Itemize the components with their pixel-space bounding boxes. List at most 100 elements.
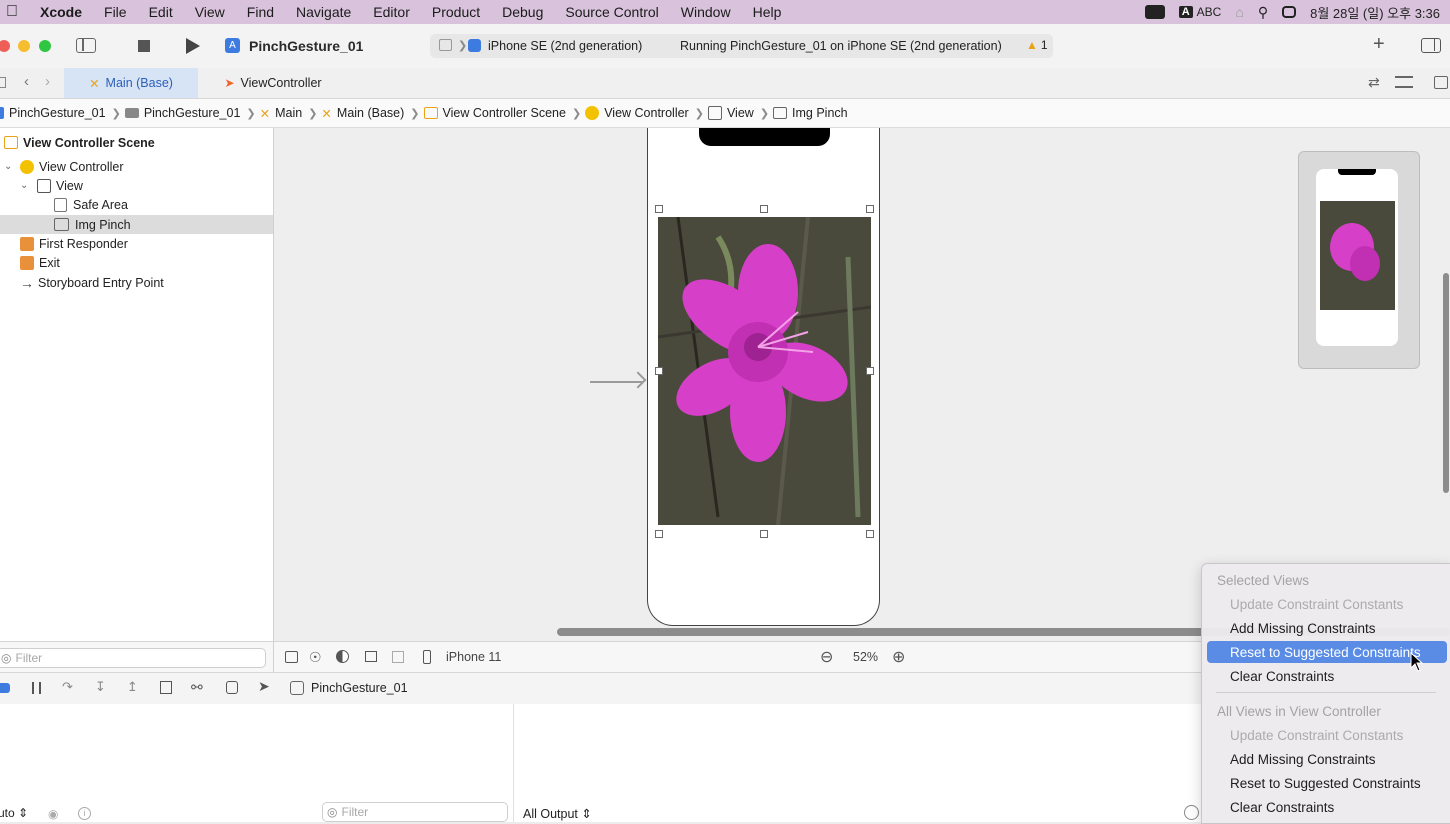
- img-pinch-image-view[interactable]: [658, 217, 871, 525]
- resize-handle[interactable]: [866, 205, 874, 213]
- stop-button[interactable]: [138, 40, 150, 52]
- variables-filter-input[interactable]: ◎ Filter: [322, 802, 508, 822]
- forward-arrow-icon[interactable]: ›: [45, 73, 50, 90]
- menu-product[interactable]: Product: [421, 4, 491, 20]
- zoom-window-button[interactable]: [39, 40, 51, 52]
- menu-file[interactable]: File: [93, 4, 138, 20]
- device-icon[interactable]: [423, 650, 431, 664]
- breadcrumb-main-base[interactable]: ✕ Main (Base): [321, 106, 404, 121]
- view-controller-frame[interactable]: [647, 128, 880, 626]
- zoom-out-icon[interactable]: ⊖: [820, 647, 833, 667]
- control-center-icon[interactable]: [1282, 6, 1297, 18]
- outline-toggle-icon[interactable]: [285, 651, 298, 663]
- run-destination[interactable]: iPhone SE (2nd generation): [488, 39, 642, 53]
- close-window-button[interactable]: [0, 40, 10, 52]
- outline-item-entry-point[interactable]: → Storyboard Entry Point: [0, 273, 273, 292]
- output-selector[interactable]: All Output ⇕: [523, 806, 592, 821]
- breadcrumb-view[interactable]: View: [707, 106, 754, 120]
- menu-item-add-missing-selected[interactable]: Add Missing Constraints: [1207, 617, 1447, 639]
- resize-handle[interactable]: [866, 367, 874, 375]
- device-scheme-icon[interactable]: [439, 39, 452, 51]
- outline-item-img-pinch[interactable]: Img Pinch: [0, 215, 273, 234]
- warning-badge[interactable]: ▲ 1: [1026, 38, 1048, 52]
- resize-handle[interactable]: [655, 205, 663, 213]
- orientation-icon[interactable]: [365, 651, 377, 662]
- wifi-icon[interactable]: ⌂: [1235, 4, 1243, 20]
- zoom-in-icon[interactable]: ⊕: [892, 647, 905, 667]
- tab-main-base[interactable]: ✕ Main (Base): [64, 68, 198, 98]
- outline-item-exit[interactable]: Exit: [0, 253, 273, 272]
- clock-datetime[interactable]: 8월 28일 (일) 오후 3:36: [1310, 3, 1440, 22]
- menu-item-clear-all[interactable]: Clear Constraints: [1207, 796, 1447, 818]
- menu-item-reset-suggested-all[interactable]: Reset to Suggested Constraints: [1207, 772, 1447, 794]
- auto-scope-selector[interactable]: uto ⇕: [0, 806, 28, 820]
- filter-icon[interactable]: [1184, 805, 1199, 820]
- menu-debug[interactable]: Debug: [491, 4, 554, 20]
- navigator-toggle-icon[interactable]: [76, 38, 96, 53]
- menu-source-control[interactable]: Source Control: [554, 4, 669, 20]
- menu-find[interactable]: Find: [236, 4, 285, 20]
- pen-tablet-icon[interactable]: [1144, 5, 1165, 19]
- debug-target-label[interactable]: PinchGesture_01: [311, 681, 408, 695]
- breadcrumb-view-controller[interactable]: View Controller: [585, 106, 689, 120]
- outline-item-view[interactable]: ⌄ View: [0, 176, 273, 195]
- step-out-icon[interactable]: ↥: [127, 679, 138, 695]
- menu-edit[interactable]: Edit: [138, 4, 184, 20]
- pause-icon[interactable]: [32, 682, 41, 694]
- outline-scene-header[interactable]: View Controller Scene: [0, 133, 273, 152]
- environment-overrides-icon[interactable]: [226, 681, 238, 694]
- menu-xcode[interactable]: Xcode: [29, 4, 93, 20]
- editor-options-icon[interactable]: [1395, 76, 1413, 88]
- outline-item-view-controller[interactable]: ⌄ View Controller: [0, 157, 273, 176]
- adaptive-icon[interactable]: [392, 651, 404, 663]
- apple-icon[interactable]: : [0, 3, 29, 21]
- disclosure-triangle-icon[interactable]: ⌄: [20, 180, 32, 191]
- menu-item-add-missing-all[interactable]: Add Missing Constraints: [1207, 748, 1447, 770]
- resize-handle[interactable]: [760, 530, 768, 538]
- outline-item-first-responder[interactable]: First Responder: [0, 234, 273, 253]
- step-over-icon[interactable]: ↷: [62, 679, 73, 695]
- related-items-icon[interactable]: ⇄: [1368, 74, 1380, 91]
- device-config-label[interactable]: iPhone 11: [446, 650, 501, 664]
- search-icon[interactable]: ⚲: [1258, 4, 1268, 21]
- breadcrumb-folder[interactable]: PinchGesture_01: [124, 106, 240, 120]
- scheme-name[interactable]: PinchGesture_01: [249, 38, 363, 54]
- view-hierarchy-icon[interactable]: [160, 681, 172, 694]
- vertical-scrollbar[interactable]: [1443, 273, 1449, 493]
- breadcrumb-scene[interactable]: View Controller Scene: [423, 106, 566, 120]
- menu-navigate[interactable]: Navigate: [285, 4, 362, 20]
- simulate-location-icon[interactable]: ➤: [258, 678, 270, 695]
- info-icon[interactable]: i: [78, 807, 91, 820]
- input-source-indicator[interactable]: A ABC: [1178, 5, 1221, 19]
- outline-item-safe-area[interactable]: Safe Area: [0, 195, 273, 214]
- outline-filter-input[interactable]: ◎ Filter: [0, 648, 266, 668]
- step-into-icon[interactable]: ↧: [95, 679, 106, 695]
- disclosure-triangle-icon[interactable]: ⌄: [4, 161, 16, 172]
- resize-handle[interactable]: [655, 367, 663, 375]
- breadcrumb-img-pinch[interactable]: Img Pinch: [773, 106, 848, 120]
- add-library-button[interactable]: +: [1373, 33, 1385, 56]
- grid-icon[interactable]: [0, 77, 6, 88]
- zoom-level[interactable]: 52%: [853, 650, 878, 664]
- menu-editor[interactable]: Editor: [362, 4, 421, 20]
- breadcrumb-project[interactable]: PinchGesture_01: [0, 106, 106, 120]
- eye-icon[interactable]: ◉: [48, 807, 58, 821]
- breakpoints-toggle-icon[interactable]: [0, 683, 10, 693]
- appearance-icon[interactable]: [336, 650, 349, 663]
- resize-handle[interactable]: [760, 205, 768, 213]
- menu-view[interactable]: View: [184, 4, 236, 20]
- minimize-window-button[interactable]: [18, 40, 30, 52]
- menu-window[interactable]: Window: [670, 4, 742, 20]
- accessibility-icon[interactable]: ☉: [309, 649, 322, 666]
- menu-help[interactable]: Help: [742, 4, 793, 20]
- breadcrumb-main[interactable]: ✕ Main: [260, 106, 303, 121]
- back-arrow-icon[interactable]: ‹: [24, 73, 29, 90]
- resize-handle[interactable]: [655, 530, 663, 538]
- run-button[interactable]: [186, 38, 200, 54]
- canvas-minimap[interactable]: [1298, 151, 1420, 369]
- tab-viewcontroller[interactable]: ➤ ViewController: [198, 68, 348, 98]
- add-editor-icon[interactable]: [1434, 76, 1448, 89]
- inspector-toggle-icon[interactable]: [1421, 38, 1441, 53]
- memory-graph-icon[interactable]: ⚯: [191, 679, 203, 696]
- resize-handle[interactable]: [866, 530, 874, 538]
